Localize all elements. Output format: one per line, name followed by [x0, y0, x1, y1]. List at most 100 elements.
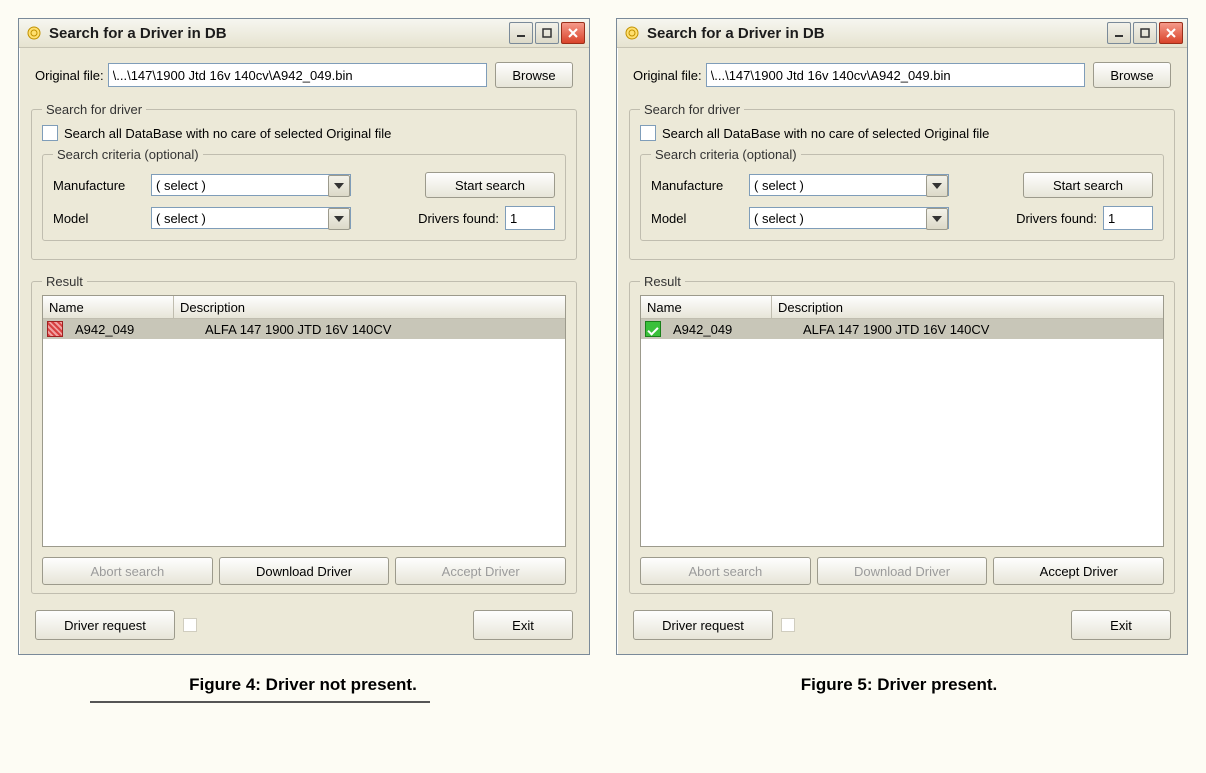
driver-request-button[interactable]: Driver request: [35, 610, 175, 640]
app-icon: [623, 24, 641, 42]
result-table[interactable]: NameDescriptionA942_049ALFA 147 1900 JTD…: [640, 295, 1164, 547]
table-row[interactable]: A942_049ALFA 147 1900 JTD 16V 140CV: [641, 319, 1163, 339]
criteria-grid: Manufacture Start search Model Drivers foun…: [651, 172, 1153, 230]
model-value[interactable]: [749, 207, 949, 229]
titlebar[interactable]: Search for a Driver in DB: [19, 19, 589, 48]
result-buttons: Abort searchDownload DriverAccept Driver: [42, 557, 566, 585]
minimize-button[interactable]: [1107, 22, 1131, 44]
search-all-row: Search all DataBase with no care of sele…: [42, 125, 566, 141]
criteria-grid: Manufacture Start search Model Drivers foun…: [53, 172, 555, 230]
browse-button[interactable]: Browse: [1093, 62, 1171, 88]
result-body: A942_049ALFA 147 1900 JTD 16V 140CV: [641, 319, 1163, 546]
model-label: Model: [53, 211, 141, 226]
search-all-label: Search all DataBase with no care of sele…: [662, 126, 989, 141]
model-select[interactable]: [749, 207, 949, 229]
search-for-driver-legend: Search for driver: [640, 102, 744, 117]
manufacture-label: Manufacture: [651, 178, 739, 193]
result-header: NameDescription: [641, 296, 1163, 319]
status-present-icon: [645, 321, 661, 337]
figure-caption: Figure 5: Driver present.: [614, 675, 1184, 695]
original-file-input[interactable]: [108, 63, 487, 87]
drivers-found-label: Drivers found:: [418, 211, 499, 226]
result-header: NameDescription: [43, 296, 565, 319]
accept-driver-button[interactable]: Accept Driver: [993, 557, 1164, 585]
bottom-row: Driver request Exit: [31, 602, 577, 644]
result-group: ResultNameDescriptionA942_049ALFA 147 19…: [629, 274, 1175, 594]
col-name-header[interactable]: Name: [641, 296, 772, 318]
maximize-button[interactable]: [1133, 22, 1157, 44]
drivers-found-label: Drivers found:: [1016, 211, 1097, 226]
search-for-driver-legend: Search for driver: [42, 102, 146, 117]
col-desc-header[interactable]: Description: [772, 296, 1163, 318]
search-for-driver-group: Search for driver Search all DataBase wit…: [31, 102, 577, 260]
maximize-button[interactable]: [535, 22, 559, 44]
search-criteria-group: Search criteria (optional)ManufactureSta…: [42, 147, 566, 241]
chevron-down-icon[interactable]: [328, 208, 350, 230]
search-criteria-legend: Search criteria (optional): [651, 147, 801, 162]
manufacture-select[interactable]: [151, 174, 351, 196]
status-marker: [183, 618, 197, 632]
start-search-button[interactable]: Start search: [1023, 172, 1153, 198]
figure-caption: Figure 4: Driver not present.: [18, 675, 588, 695]
manufacture-select[interactable]: [749, 174, 949, 196]
app-icon: [25, 24, 43, 42]
manufacture-value[interactable]: [151, 174, 351, 196]
original-file-label: Original file:: [35, 68, 104, 83]
result-legend: Result: [42, 274, 87, 289]
titlebar[interactable]: Search for a Driver in DB: [617, 19, 1187, 48]
minimize-button[interactable]: [509, 22, 533, 44]
abort-search-button[interactable]: Abort search: [42, 557, 213, 585]
chevron-down-icon[interactable]: [926, 208, 948, 230]
original-file-row: Original file: Browse: [629, 62, 1175, 88]
chevron-down-icon[interactable]: [328, 175, 350, 197]
status-not-present-icon: [47, 321, 63, 337]
table-row[interactable]: A942_049ALFA 147 1900 JTD 16V 140CV: [43, 319, 565, 339]
exit-button[interactable]: Exit: [1071, 610, 1171, 640]
result-table[interactable]: NameDescriptionA942_049ALFA 147 1900 JTD…: [42, 295, 566, 547]
row-desc: ALFA 147 1900 JTD 16V 140CV: [797, 322, 1163, 337]
window-title: Search for a Driver in DB: [647, 25, 1107, 42]
download-driver-button[interactable]: Download Driver: [219, 557, 390, 585]
col-desc-header[interactable]: Description: [174, 296, 565, 318]
start-search-button[interactable]: Start search: [425, 172, 555, 198]
search-all-label: Search all DataBase with no care of sele…: [64, 126, 391, 141]
search-all-checkbox[interactable]: [42, 125, 58, 141]
window-body: Original file:BrowseSearch for driverSea…: [617, 48, 1187, 654]
original-file-label: Original file:: [633, 68, 702, 83]
download-driver-button[interactable]: Download Driver: [817, 557, 988, 585]
result-body: A942_049ALFA 147 1900 JTD 16V 140CV: [43, 319, 565, 546]
accept-driver-button[interactable]: Accept Driver: [395, 557, 566, 585]
status-marker: [781, 618, 795, 632]
window-title: Search for a Driver in DB: [49, 25, 509, 42]
manufacture-value[interactable]: [749, 174, 949, 196]
dialog-window: Search for a Driver in DB Original file: B…: [616, 18, 1188, 655]
original-file-row: Original file: Browse: [31, 62, 577, 88]
search-all-checkbox[interactable]: [640, 125, 656, 141]
dialog-window: Search for a Driver in DB Original file: B…: [18, 18, 590, 655]
model-value[interactable]: [151, 207, 351, 229]
drivers-found-value: [505, 206, 555, 230]
original-file-input[interactable]: [706, 63, 1085, 87]
result-buttons: Abort searchDownload DriverAccept Driver: [640, 557, 1164, 585]
row-name: A942_049: [667, 322, 797, 337]
row-name: A942_049: [69, 322, 199, 337]
exit-button[interactable]: Exit: [473, 610, 573, 640]
result-group: ResultNameDescriptionA942_049ALFA 147 19…: [31, 274, 577, 594]
browse-button[interactable]: Browse: [495, 62, 573, 88]
drivers-found-value: [1103, 206, 1153, 230]
search-all-row: Search all DataBase with no care of sele…: [640, 125, 1164, 141]
chevron-down-icon[interactable]: [926, 175, 948, 197]
search-for-driver-group: Search for driver Search all DataBase wit…: [629, 102, 1175, 260]
model-label: Model: [651, 211, 739, 226]
close-button[interactable]: [1159, 22, 1183, 44]
close-button[interactable]: [561, 22, 585, 44]
row-desc: ALFA 147 1900 JTD 16V 140CV: [199, 322, 565, 337]
search-criteria-group: Search criteria (optional) Manufacture Sta…: [640, 147, 1164, 241]
model-select[interactable]: [151, 207, 351, 229]
col-name-header[interactable]: Name: [43, 296, 174, 318]
manufacture-label: Manufacture: [53, 178, 141, 193]
bottom-row: Driver request Exit: [629, 602, 1175, 644]
result-legend: Result: [640, 274, 685, 289]
abort-search-button[interactable]: Abort search: [640, 557, 811, 585]
driver-request-button[interactable]: Driver request: [633, 610, 773, 640]
